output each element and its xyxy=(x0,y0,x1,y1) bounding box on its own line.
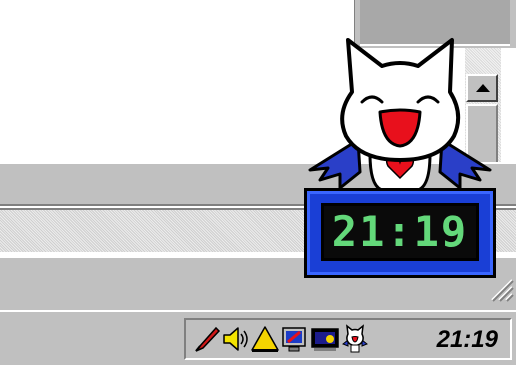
digital-clock-screen: 21:19 xyxy=(321,203,479,261)
digital-clock-frame[interactable]: 21:19 xyxy=(304,188,496,278)
digital-clock-time: 21:19 xyxy=(331,207,469,256)
warning-triangle-icon[interactable] xyxy=(250,324,280,354)
speaker-icon[interactable] xyxy=(220,324,250,354)
monitor-edit-icon[interactable] xyxy=(280,324,310,354)
cat-mascot-icon[interactable] xyxy=(340,324,370,354)
display-settings-icon[interactable] xyxy=(310,324,340,354)
taskbar: 21:19 xyxy=(0,310,516,365)
pen-icon[interactable] xyxy=(192,324,222,354)
taskbar-clock[interactable]: 21:19 xyxy=(437,326,498,354)
system-tray: 21:19 xyxy=(184,318,512,360)
